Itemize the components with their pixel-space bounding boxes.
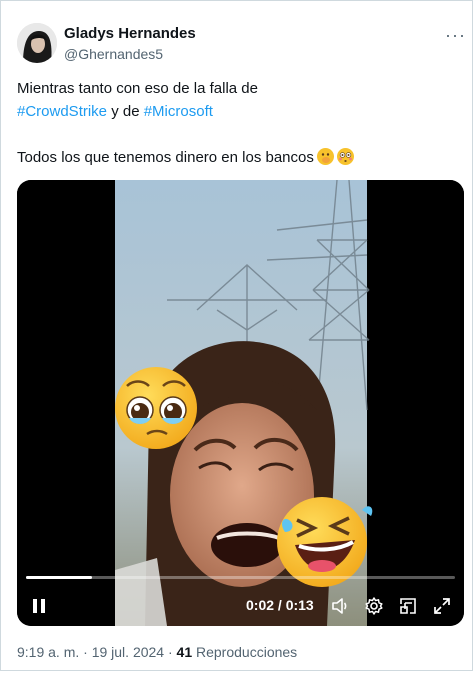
author-handle[interactable]: @Ghernandes5 xyxy=(64,46,163,62)
views-label: Reproducciones xyxy=(192,644,298,660)
tweet-text-line-blank xyxy=(17,123,457,146)
video-time-display: 0:02 / 0:13 xyxy=(246,597,314,613)
video-player[interactable]: 0:02 / 0:13 xyxy=(17,180,464,626)
tweet-text: Mientras tanto con eso de la falla de #C… xyxy=(17,77,457,169)
settings-icon[interactable] xyxy=(364,596,384,621)
author-name[interactable]: Gladys Hernandes xyxy=(64,25,196,42)
video-progress-fill xyxy=(26,576,93,579)
volume-icon[interactable] xyxy=(330,596,350,621)
tweet-meta: 9:19 a. m. · 19 jul. 2024 · 41 Reproducc… xyxy=(17,644,297,660)
video-progress-bar[interactable] xyxy=(26,576,455,579)
tweet-text-connector: y de xyxy=(107,103,144,120)
minimize-player-icon[interactable] xyxy=(398,596,418,621)
hashtag-crowdstrike[interactable]: #CrowdStrike xyxy=(17,103,107,120)
pause-icon[interactable] xyxy=(31,598,47,619)
video-frame xyxy=(17,180,464,626)
tweet-text-line-3: Todos los que tenemos dinero en los banc… xyxy=(17,146,457,169)
face-with-hand-over-mouth-icon xyxy=(316,148,334,165)
avatar[interactable] xyxy=(17,23,57,63)
tweet-timestamp[interactable]: 9:19 a. m. · 19 jul. 2024 · xyxy=(17,644,177,660)
tweet-text-line-2: #CrowdStrike y de #Microsoft xyxy=(17,100,457,123)
hashtag-microsoft[interactable]: #Microsoft xyxy=(144,103,213,120)
tweet-card: Gladys Hernandes @Ghernandes5 ··· Mientr… xyxy=(0,0,473,671)
more-options-button[interactable]: ··· xyxy=(445,25,466,46)
tweet-text-line-3-text: Todos los que tenemos dinero en los banc… xyxy=(17,149,314,166)
flushed-face-icon xyxy=(336,148,354,165)
views-count: 41 xyxy=(176,644,193,660)
tweet-text-line-1: Mientras tanto con eso de la falla de xyxy=(17,80,258,97)
fullscreen-icon[interactable] xyxy=(432,596,452,621)
